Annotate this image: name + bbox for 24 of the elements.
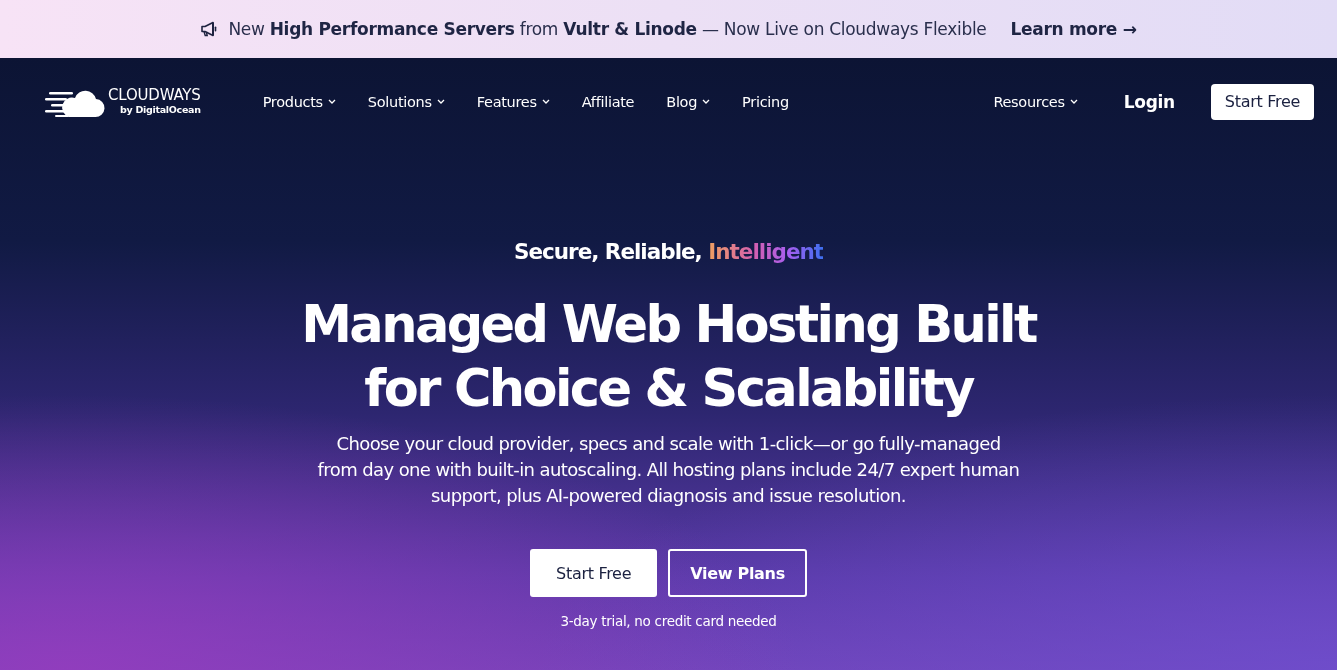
nav-menu-item[interactable]: Resources [993, 93, 1078, 110]
nav-menu-item[interactable]: Pricing [742, 93, 789, 110]
chevron-down-icon [1069, 99, 1078, 104]
logo-wordmark[interactable]: CLOUDWAYS [108, 88, 201, 104]
nav-menu-item[interactable]: Blog [666, 93, 711, 110]
learn-more-link[interactable]: Learn more → [1010, 19, 1137, 39]
view-plans-button[interactable]: View Plans [668, 549, 807, 597]
nav-menu-item[interactable]: Features [476, 93, 550, 110]
nav-menu-item[interactable]: Solutions [367, 93, 445, 110]
nav-menu-item[interactable]: Affiliate [581, 93, 635, 110]
hero-headline: Managed Web Hosting Built for Choice & Scalability [300, 294, 1038, 420]
hero-description: Choose your cloud provider, specs and scale with 1-click—or go fully-managed from day one with built-in autoscaling. All hosting plans include 24/7 expert human support, plus AI-powered diagnosis and issue resolution. [316, 432, 1021, 508]
logo-byline: by DigitalOcean [120, 105, 201, 115]
start-free-button[interactable]: Start Free [530, 549, 658, 597]
announcement-text: New High Performance Servers from Vultr & Linode — Now Live on Cloudways Flexible [228, 19, 987, 39]
chevron-down-icon [541, 99, 550, 104]
start-free-button[interactable]: Start Free [1210, 83, 1314, 120]
nav-menu-item[interactable]: Products [262, 93, 336, 110]
trial-note: 3-day trial, no credit card needed [560, 613, 777, 629]
chevron-down-icon [702, 99, 711, 104]
hero-tagline: Secure, Reliable, Intelligent [513, 238, 824, 266]
chevron-down-icon [436, 99, 445, 104]
login-link[interactable]: Login [1123, 91, 1175, 112]
chevron-down-icon [327, 99, 336, 104]
